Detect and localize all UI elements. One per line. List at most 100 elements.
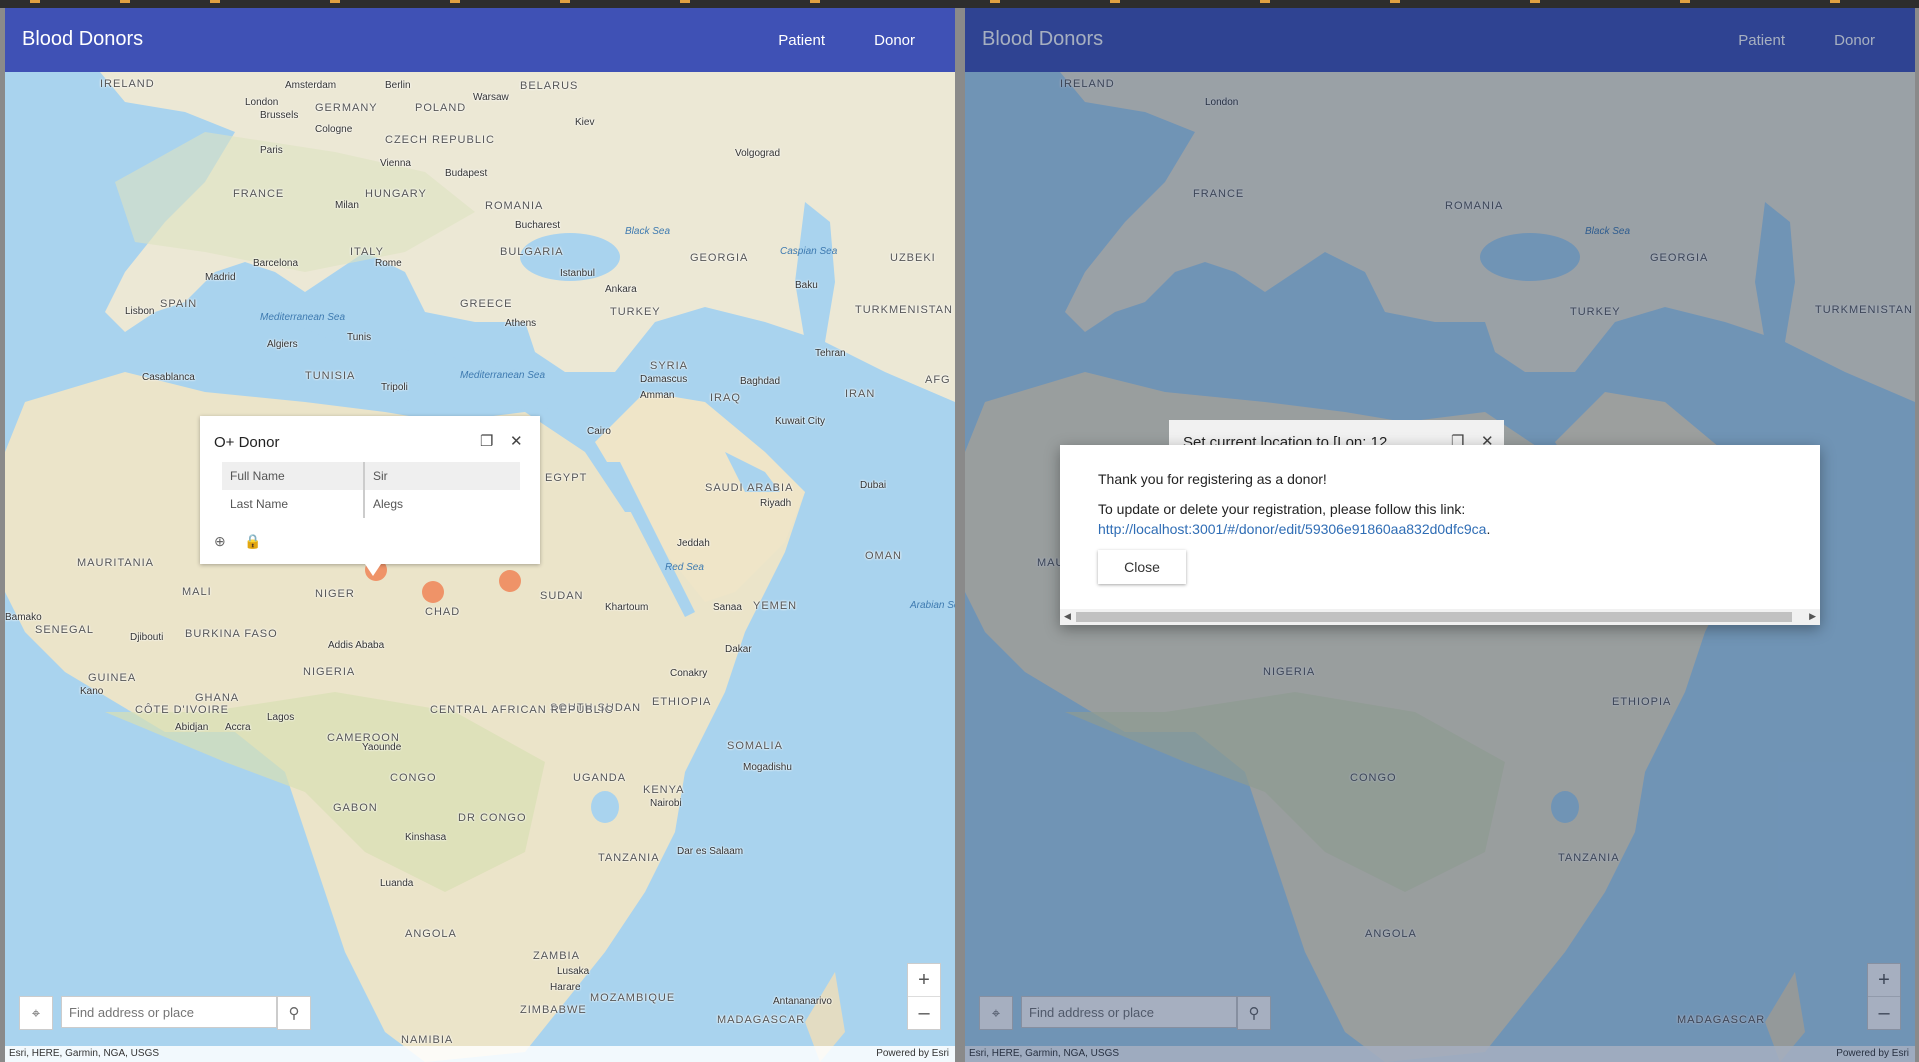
- city-label: Bucharest: [515, 220, 561, 231]
- left-browser-pane: Blood Donors Patient Donor IRELAND Amste…: [5, 8, 955, 1062]
- zoom-control: + –: [907, 963, 941, 1030]
- powered-by[interactable]: Powered by Esri: [876, 1048, 949, 1059]
- table-row: Last Name Alegs: [222, 490, 520, 518]
- country-label: YEMEN: [753, 600, 798, 612]
- lock-icon[interactable]: 🔒: [244, 533, 261, 550]
- donor-marker[interactable]: [499, 570, 521, 592]
- field-value: Sir: [364, 462, 520, 490]
- country-label: TANZANIA: [598, 852, 660, 864]
- nav-patient[interactable]: Patient: [778, 32, 825, 49]
- country-label: AFG: [925, 374, 951, 386]
- app-title: Blood Donors: [22, 28, 144, 50]
- city-label: Budapest: [445, 168, 488, 179]
- horizontal-scrollbar[interactable]: ◀ ▶: [1060, 609, 1820, 625]
- map-view[interactable]: IRELAND Amsterdam Berlin Warsaw London G…: [5, 72, 955, 1062]
- country-label: GUINEA: [88, 672, 137, 684]
- city-label: Conakry: [670, 668, 708, 679]
- city-label: Mogadishu: [743, 762, 792, 773]
- country-label: SUDAN: [540, 590, 584, 602]
- country-label: BURKINA FASO: [185, 628, 278, 640]
- sea-label: Red Sea: [665, 562, 704, 573]
- city-label: Sanaa: [713, 602, 742, 613]
- crosshair-icon[interactable]: ⌖: [19, 996, 53, 1030]
- country-label: GHANA: [195, 692, 240, 704]
- city-label: Antananarivo: [773, 996, 832, 1007]
- maximize-icon[interactable]: ❐: [480, 432, 493, 450]
- field-name: Full Name: [222, 462, 365, 490]
- city-label: Abidjan: [175, 722, 209, 733]
- country-label: CENTRAL AFRICAN REPUBLIC: [430, 704, 614, 716]
- city-label: Kuwait City: [775, 416, 826, 427]
- country-label: GEORGIA: [690, 252, 749, 264]
- country-label: ROMANIA: [485, 200, 544, 212]
- country-label: BULGARIA: [500, 246, 564, 258]
- city-label: Nairobi: [650, 798, 682, 809]
- edit-registration-link[interactable]: http://localhost:3001/#/donor/edit/59306…: [1098, 521, 1486, 537]
- scroll-left-icon[interactable]: ◀: [1064, 611, 1071, 622]
- country-label: NIGERIA: [303, 666, 356, 678]
- popup-attribute-table: Full Name Sir Last Name Alegs: [222, 462, 520, 518]
- city-label: Volgograd: [735, 148, 781, 159]
- country-label: CÔTE D'IVOIRE: [135, 704, 229, 716]
- scroll-thumb[interactable]: [1076, 612, 1792, 622]
- country-label: NAMIBIA: [401, 1034, 454, 1046]
- city-label: Tripoli: [381, 382, 408, 393]
- city-label: Vienna: [380, 158, 411, 169]
- zoom-to-icon[interactable]: ⊕: [214, 533, 226, 550]
- country-label: MADAGASCAR: [717, 1014, 806, 1026]
- country-label: CHAD: [425, 606, 461, 618]
- city-label: Amman: [640, 390, 675, 401]
- sea-label: Mediterranean Sea: [260, 312, 346, 323]
- city-label: Lusaka: [557, 966, 590, 977]
- country-label: MALI: [182, 586, 212, 598]
- country-label: OMAN: [865, 550, 902, 562]
- search-input[interactable]: [61, 996, 277, 1028]
- dialog-instructions: To update or delete your registration, p…: [1098, 501, 1466, 517]
- country-label: CZECH REPUBLIC: [385, 134, 495, 146]
- country-label: ANGOLA: [405, 928, 457, 940]
- registration-dialog: Thank you for registering as a donor! To…: [1060, 445, 1820, 625]
- city-label: Cologne: [315, 124, 353, 135]
- city-label: Dar es Salaam: [677, 846, 744, 857]
- search-icon[interactable]: ⚲: [277, 996, 311, 1030]
- popup-pointer: [365, 564, 381, 576]
- country-label: CONGO: [390, 772, 437, 784]
- city-label: Casablanca: [142, 372, 195, 383]
- scroll-right-icon[interactable]: ▶: [1809, 611, 1816, 622]
- country-label: MOZAMBIQUE: [590, 992, 676, 1004]
- zoom-in-button[interactable]: +: [908, 964, 940, 996]
- link-suffix: .: [1486, 521, 1491, 537]
- city-label: Tunis: [347, 332, 372, 343]
- close-button[interactable]: Close: [1098, 550, 1186, 584]
- city-label: Istanbul: [560, 268, 596, 279]
- city-label: Bamako: [5, 612, 42, 623]
- city-label: Athens: [505, 318, 537, 329]
- city-label: Kinshasa: [405, 832, 447, 843]
- donor-marker[interactable]: [422, 581, 444, 603]
- city-label: Khartoum: [605, 602, 649, 613]
- country-label: MAURITANIA: [77, 557, 155, 569]
- attribution-text: Esri, HERE, Garmin, NGA, USGS: [9, 1048, 160, 1059]
- city-label: Jeddah: [677, 538, 710, 549]
- table-row: Full Name Sir: [222, 462, 520, 490]
- dialog-link-line: http://localhost:3001/#/donor/edit/59306…: [1098, 521, 1490, 537]
- right-browser-pane: Blood Donors Patient Donor IRELAND Londo…: [965, 8, 1915, 1062]
- dialog-message: Thank you for registering as a donor!: [1098, 471, 1327, 487]
- close-icon[interactable]: ✕: [510, 432, 523, 450]
- country-label: UGANDA: [573, 772, 627, 784]
- app-bar: Blood Donors Patient Donor: [5, 8, 955, 72]
- city-label: Luanda: [380, 878, 414, 889]
- country-label: TUNISIA: [305, 370, 356, 382]
- country-label: BELARUS: [520, 80, 579, 92]
- city-label: Kano: [80, 686, 104, 697]
- city-label: Madrid: [205, 272, 236, 283]
- city-label: Barcelona: [253, 258, 299, 269]
- nav-donor[interactable]: Donor: [874, 32, 915, 49]
- zoom-out-button[interactable]: –: [908, 996, 940, 1029]
- country-label: SENEGAL: [35, 624, 94, 636]
- donor-popup: O+ Donor ❐ ✕ Full Name Sir Last Name Ale…: [200, 416, 540, 576]
- country-label: DR CONGO: [458, 812, 527, 824]
- city-label: Cairo: [587, 426, 611, 437]
- attribution-bar: Esri, HERE, Garmin, NGA, USGS Powered by…: [5, 1046, 955, 1062]
- country-label: IRAQ: [710, 392, 741, 404]
